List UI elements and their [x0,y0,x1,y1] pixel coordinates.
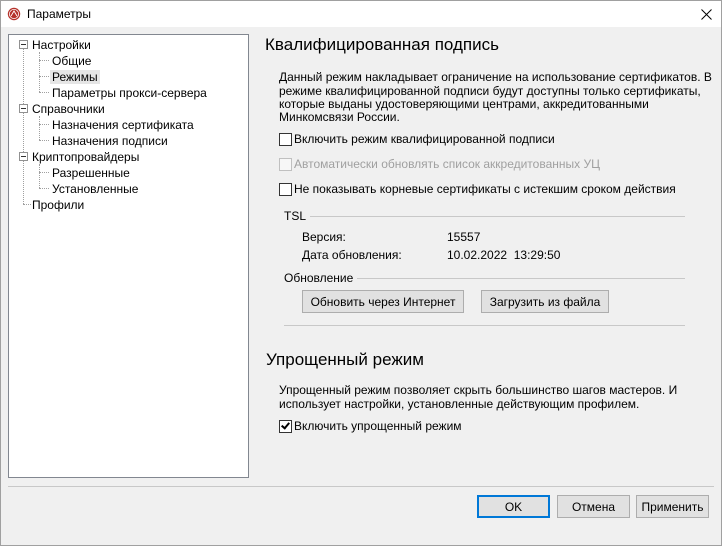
tree-item-rezhimy[interactable]: Режимы [50,70,100,84]
tree-connector [39,92,49,93]
simplified-desc-line2: использует настройки, установленные дейс… [279,397,640,411]
tsl-date-value: 10.02.2022 13:29:50 [447,248,561,262]
app-logo-icon [7,7,21,21]
checkbox-box[interactable] [279,182,292,196]
tsl-date-label: Дата обновления: [302,248,402,262]
simplified-heading: Упрощенный режим [266,350,424,369]
window-title: Параметры [27,7,91,21]
section-separator [284,325,685,326]
tree-item-profiles[interactable]: Профили [32,198,84,212]
collapse-toggle-icon[interactable] [19,40,28,49]
collapse-toggle-icon[interactable] [19,152,28,161]
tsl-separator [284,216,685,217]
checkmark-icon [281,419,290,430]
settings-window: Параметры Настройки Общие Режимы Парамет… [0,0,722,546]
update-internet-button[interactable]: Обновить через Интернет [302,290,464,313]
hide-expired-label: Не показывать корневые сертификаты с ист… [294,182,676,196]
simplified-mode-checkbox[interactable]: Включить упрощенный режим [279,419,462,433]
tree-item-sign-purposes[interactable]: Назначения подписи [52,134,168,148]
auto-update-list-checkbox: Автоматически обновлять список аккредито… [279,157,600,171]
tsl-version-value: 15557 [447,230,481,244]
tree-item-installed[interactable]: Установленные [52,182,138,196]
cancel-button[interactable]: Отмена [557,495,630,518]
update-group-label: Обновление [284,271,358,285]
tree-connector [39,188,49,189]
qualified-mode-label: Включить режим квалифицированной подписи [294,132,555,146]
simplified-mode-label: Включить упрощенный режим [294,419,462,433]
tree-item-spravochniki[interactable]: Справочники [32,102,105,116]
tree-item-nastroyki[interactable]: Настройки [32,38,91,52]
tree-connector [39,76,49,77]
footer-separator [8,486,714,487]
tree-connector [39,52,40,92]
collapse-toggle-icon[interactable] [19,104,28,113]
tree-item-cert-purposes[interactable]: Назначения сертификата [52,118,194,132]
simplified-desc-line1: Упрощенный режим позволяет скрыть больши… [279,383,678,397]
qualified-mode-checkbox[interactable]: Включить режим квалифицированной подписи [279,132,555,146]
title-bar: Параметры [1,1,721,27]
tree-item-proxy[interactable]: Параметры прокси-сервера [52,86,207,100]
auto-update-list-label: Автоматически обновлять список аккредито… [294,157,600,171]
qualified-desc-line4: Минкомсвязи России. [279,110,400,124]
tree-connector [39,60,49,61]
ok-button[interactable]: OK [477,495,550,518]
close-button[interactable] [691,1,721,27]
tree-connector [23,204,31,205]
tree-item-cryptoproviders[interactable]: Криптопровайдеры [32,150,139,164]
qualified-desc-line1: Данный режим накладывает ограничение на … [279,70,712,84]
apply-button[interactable]: Применить [636,495,709,518]
close-icon [700,8,712,20]
settings-tree[interactable]: Настройки Общие Режимы Параметры прокси-… [8,34,249,478]
hide-expired-checkbox[interactable]: Не показывать корневые сертификаты с ист… [279,182,676,196]
tree-connector [39,124,49,125]
tsl-group-label: TSL [284,209,311,223]
load-from-file-button[interactable]: Загрузить из файла [481,290,609,313]
checkbox-box[interactable] [279,419,292,433]
tree-item-obshchie[interactable]: Общие [52,54,91,68]
tree-connector [39,140,49,141]
tree-connector [39,116,40,140]
tree-connector [39,172,49,173]
tsl-version-label: Версия: [302,230,346,244]
checkbox-box [279,157,292,171]
tree-connector [23,46,24,204]
qualified-heading: Квалифицированная подпись [265,35,499,54]
tree-connector [39,164,40,188]
tree-item-allowed[interactable]: Разрешенные [52,166,130,180]
checkbox-box[interactable] [279,132,292,146]
